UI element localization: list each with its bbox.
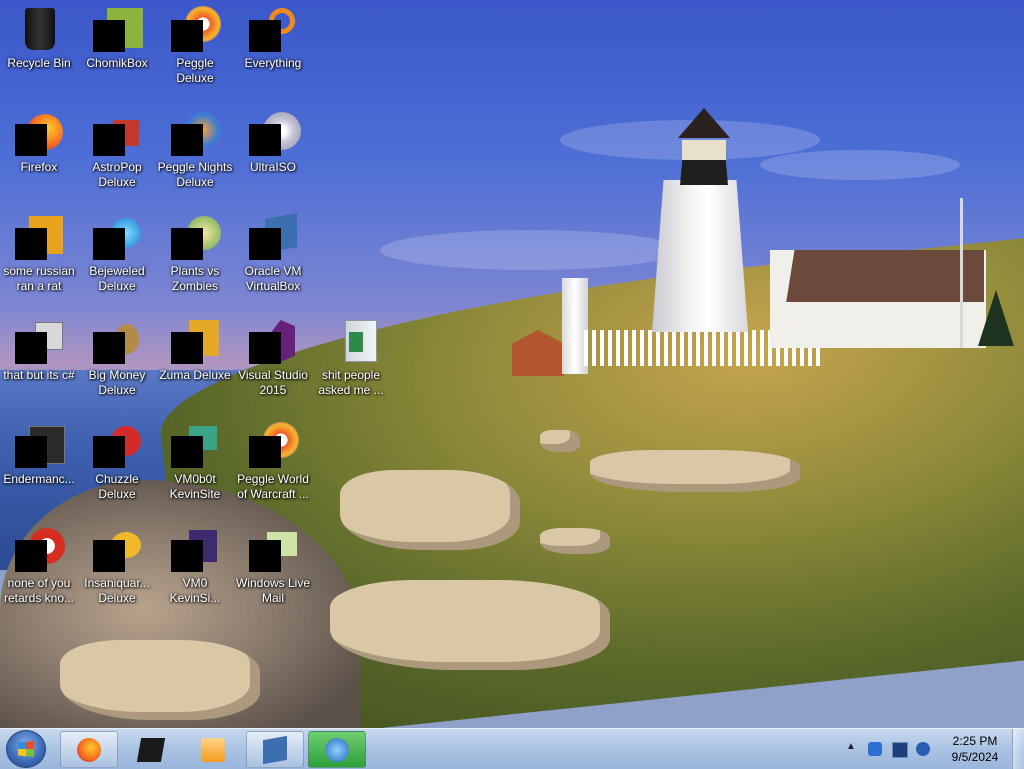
- media-player-icon: [201, 738, 225, 762]
- windows-logo-icon: [18, 741, 34, 757]
- desktop-icon-vm0b0t-kevinsite[interactable]: VM0b0t KevinSite: [156, 422, 234, 502]
- peggle-icon: [171, 6, 221, 54]
- vm-icon: [171, 526, 219, 574]
- desktop-icon-peggle-deluxe[interactable]: Peggle Deluxe: [156, 6, 234, 86]
- clock-time: 2:25 PM: [952, 734, 998, 748]
- peggle-wow-icon: [249, 422, 299, 470]
- virtualbox-icon: [249, 213, 297, 262]
- recycle-bin-icon: [15, 6, 63, 54]
- start-button[interactable]: [6, 730, 46, 768]
- chuzzle-icon: [93, 422, 141, 470]
- taskbar-cmd-button[interactable]: [122, 731, 180, 768]
- desktop-icon-peggle-wow[interactable]: Peggle World of Warcraft ...: [234, 422, 312, 502]
- download-manager-icon: [325, 738, 349, 762]
- plants-vs-zombies-icon: [171, 214, 221, 262]
- desktop-icon-chuzzle[interactable]: Chuzzle Deluxe: [78, 422, 156, 502]
- desktop-icon-everything[interactable]: Everything: [234, 6, 312, 71]
- bejeweled-icon: [93, 214, 141, 262]
- desktop-icon-shit-people-asked-me[interactable]: shit people asked me ...: [312, 318, 390, 398]
- taskbar-firefox-button[interactable]: [60, 731, 118, 768]
- bluetooth-icon[interactable]: [868, 742, 882, 756]
- shortcut-icon: [15, 318, 63, 366]
- virtualbox-icon: [263, 735, 287, 765]
- windows-live-mail-icon: [249, 526, 297, 574]
- command-prompt-icon: [136, 738, 166, 762]
- taskbar-media-player-button[interactable]: [184, 731, 242, 768]
- desktop-icon-endermanch[interactable]: Endermanc...: [0, 422, 78, 487]
- desktop-icon-plants-vs-zombies[interactable]: Plants vs Zombies: [156, 214, 234, 294]
- everything-search-icon: [249, 6, 297, 54]
- desktop-icon-windows-live-mail[interactable]: Windows Live Mail: [234, 526, 312, 606]
- desktop-icon-recycle-bin[interactable]: Recycle Bin: [0, 6, 78, 71]
- show-desktop-button[interactable]: [1012, 729, 1024, 769]
- desktop-icon-zuma[interactable]: Zuma Deluxe: [156, 318, 234, 383]
- desktop-icon-virtualbox[interactable]: Oracle VM VirtualBox: [234, 213, 312, 294]
- clock-date: 9/5/2024: [951, 750, 999, 764]
- desktop-icon-chomikbox[interactable]: ChomikBox: [78, 6, 156, 71]
- volume-icon[interactable]: [916, 742, 930, 756]
- zuma-icon: [171, 318, 219, 366]
- insaniquarium-icon: [93, 526, 141, 574]
- desktop-icon-some-russian-ran-a-rat[interactable]: some russian ran a rat: [0, 214, 78, 294]
- taskbar-virtualbox-button[interactable]: [246, 731, 304, 768]
- desktop-icon-visual-studio[interactable]: Visual Studio 2015: [234, 318, 312, 398]
- desktop-icon-big-money[interactable]: Big Money Deluxe: [78, 318, 156, 398]
- taskbar-clock[interactable]: 2:25 PM 9/5/2024: [940, 733, 1010, 765]
- desktop-icon-firefox[interactable]: Firefox: [0, 110, 78, 175]
- desktop-icon-insaniquarium[interactable]: Insaniquar... Deluxe: [78, 526, 156, 606]
- firefox-icon: [77, 738, 101, 762]
- taskbar-download-manager-button[interactable]: [308, 731, 366, 768]
- chomikbox-icon: [93, 6, 143, 54]
- taskbar: ▲ 2:25 PM 9/5/2024: [0, 728, 1024, 769]
- firefox-icon: [15, 110, 63, 158]
- desktop-icon-ultraiso[interactable]: UltraISO: [234, 110, 312, 175]
- desktop-icon-none-of-you[interactable]: none of you retards kno...: [0, 526, 78, 606]
- app-icon: [15, 526, 65, 574]
- network-icon[interactable]: [892, 742, 908, 758]
- desktop-icon-astropop[interactable]: AstroPop Deluxe: [78, 110, 156, 190]
- terminal-icon: [15, 422, 65, 470]
- desktop-icon-that-but-its-csharp[interactable]: that but its c#: [0, 318, 78, 383]
- big-money-icon: [93, 318, 141, 366]
- desktop-icon-peggle-nights[interactable]: Peggle Nights Deluxe: [156, 110, 234, 190]
- peggle-nights-icon: [171, 110, 221, 158]
- astropop-icon: [93, 110, 141, 158]
- vm-icon: [171, 422, 219, 470]
- desktop-icon-bejeweled[interactable]: Bejeweled Deluxe: [78, 214, 156, 294]
- app-icon: [15, 214, 63, 262]
- visual-studio-icon: [249, 318, 297, 366]
- desktop-wallpaper: Recycle Bin Firefox some russian ran a r…: [0, 0, 1024, 728]
- ultraiso-icon: [249, 110, 301, 158]
- folder-icon: [327, 318, 377, 366]
- show-hidden-icons-chevron[interactable]: ▲: [846, 741, 856, 752]
- desktop-icon-vm0-kevinsi[interactable]: VM0 KevinSi...: [156, 526, 234, 606]
